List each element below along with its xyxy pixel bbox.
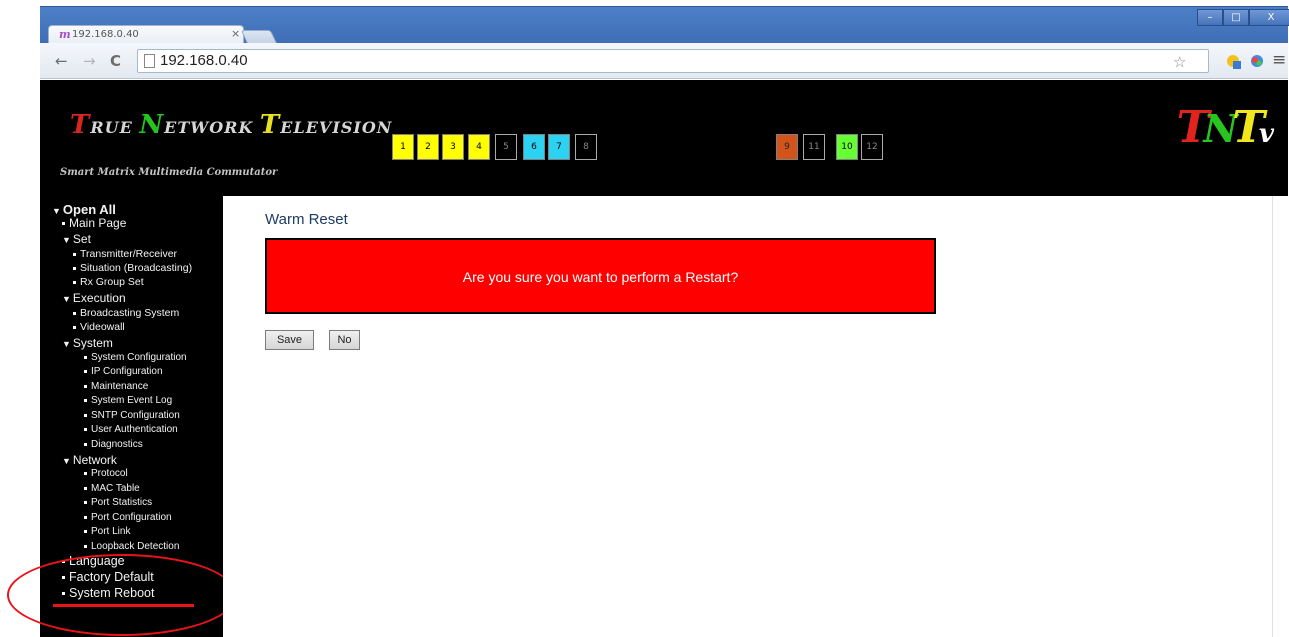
sidebar-item-port-configuration[interactable]: Port Configuration xyxy=(84,512,172,523)
extension-icon[interactable] xyxy=(1225,53,1241,73)
bullet-icon xyxy=(84,355,87,359)
reload-icon[interactable]: C xyxy=(110,52,121,70)
tab-title: 192.168.0.40 xyxy=(72,29,139,40)
port-indicator-12[interactable]: 12 xyxy=(861,134,883,160)
port-indicator-6[interactable]: 6 xyxy=(523,134,545,160)
warning-message: Are you sure you want to perform a Resta… xyxy=(462,269,739,285)
triangle-down-icon: ▼ xyxy=(52,206,61,216)
tab-close-icon[interactable]: × xyxy=(231,27,240,40)
extension-icon-2[interactable] xyxy=(1249,53,1265,73)
browser-menu-icon[interactable]: ≡ xyxy=(1272,50,1286,70)
sidebar-item-situation[interactable]: Situation (Broadcasting) xyxy=(73,262,192,274)
sidebar-item-loopback-detection[interactable]: Loopback Detection xyxy=(84,541,179,552)
sidebar-item-port-link[interactable]: Port Link xyxy=(84,526,130,537)
port-indicator-2[interactable]: 2 xyxy=(417,134,439,160)
window-controls: – □ X xyxy=(1197,9,1289,26)
triangle-down-icon: ▼ xyxy=(62,294,71,304)
page-header: TRUE NETWORK TELEVISION Smart Matrix Mul… xyxy=(40,80,1288,196)
tagline: Smart Matrix Multimedia Commutator xyxy=(60,167,278,178)
sidebar-folder-system[interactable]: ▼ System xyxy=(62,336,113,350)
sidebar-item-mac-table[interactable]: MAC Table xyxy=(84,483,140,494)
sidebar-folder-set[interactable]: ▼ Set xyxy=(62,232,91,246)
sidebar-item-rx-group-set[interactable]: Rx Group Set xyxy=(73,276,144,288)
bullet-icon xyxy=(73,252,76,256)
sidebar-item-ip-configuration[interactable]: IP Configuration xyxy=(84,366,163,377)
url-text[interactable]: 192.168.0.40 xyxy=(160,52,248,69)
bullet-icon xyxy=(84,384,87,388)
sidebar-item-transmitter-receiver[interactable]: Transmitter/Receiver xyxy=(73,248,177,260)
bullet-icon xyxy=(84,471,87,475)
address-bar[interactable]: 192.168.0.40 xyxy=(137,49,1209,73)
bullet-icon xyxy=(84,500,87,504)
sidebar-item-sntp-configuration[interactable]: SNTP Configuration xyxy=(84,410,180,421)
sidebar-item-maintenance[interactable]: Maintenance xyxy=(84,381,148,392)
sidebar-folder-execution[interactable]: ▼ Execution xyxy=(62,291,126,305)
port-indicator-3[interactable]: 3 xyxy=(442,134,464,160)
sidebar-open-all[interactable]: ▼ Open All xyxy=(52,202,116,217)
main-content: Warm Reset Are you sure you want to perf… xyxy=(223,196,1272,637)
sidebar-item-diagnostics[interactable]: Diagnostics xyxy=(84,439,143,450)
sidebar-item-broadcasting-system[interactable]: Broadcasting System xyxy=(73,307,179,319)
port-indicator-4[interactable]: 4 xyxy=(468,134,490,160)
favicon-icon: m xyxy=(59,28,71,41)
port-indicator-9[interactable]: 9 xyxy=(776,134,798,160)
forward-icon[interactable]: → xyxy=(83,52,96,70)
new-tab-button[interactable] xyxy=(240,30,278,44)
sidebar-item-system-configuration[interactable]: System Configuration xyxy=(84,352,187,363)
browser-tab[interactable]: m 192.168.0.40 × xyxy=(48,25,244,44)
bullet-icon xyxy=(84,529,87,533)
page-title: Warm Reset xyxy=(265,211,348,228)
tntv-logo: TNTv xyxy=(1176,102,1274,153)
bullet-icon xyxy=(73,280,76,284)
close-window-icon[interactable]: X xyxy=(1249,9,1289,26)
triangle-down-icon: ▼ xyxy=(62,235,71,245)
bullet-icon xyxy=(84,442,87,446)
triangle-down-icon: ▼ xyxy=(62,339,71,349)
port-indicator-10[interactable]: 10 xyxy=(836,134,858,160)
sidebar-item-user-authentication[interactable]: User Authentication xyxy=(84,424,178,435)
port-indicator-8[interactable]: 8 xyxy=(575,134,597,160)
bullet-icon xyxy=(84,515,87,519)
port-indicator-5[interactable]: 5 xyxy=(495,134,517,160)
port-indicator-11[interactable]: 11 xyxy=(803,134,825,160)
sidebar-folder-network[interactable]: ▼ Network xyxy=(62,453,117,467)
maximize-icon[interactable]: □ xyxy=(1223,9,1249,26)
no-button[interactable]: No xyxy=(329,330,360,350)
minimize-icon[interactable]: – xyxy=(1197,9,1223,26)
annotation-underline xyxy=(53,604,194,607)
bookmark-star-icon[interactable]: ☆ xyxy=(1173,53,1186,71)
brand-title: TRUE NETWORK TELEVISION xyxy=(70,110,393,140)
warning-box: Are you sure you want to perform a Resta… xyxy=(265,238,936,314)
back-icon[interactable]: ← xyxy=(55,52,68,70)
bullet-icon xyxy=(84,369,87,373)
annotation-ellipse xyxy=(7,554,237,636)
browser-tabstrip: m 192.168.0.40 × – □ X xyxy=(40,6,1289,44)
bullet-icon xyxy=(73,266,76,270)
bullet-icon xyxy=(84,427,87,431)
bullet-icon xyxy=(62,222,65,226)
save-button[interactable]: Save xyxy=(265,330,314,350)
port-indicator-1[interactable]: 1 xyxy=(392,134,414,160)
page-icon xyxy=(144,54,155,68)
sidebar-item-protocol[interactable]: Protocol xyxy=(84,468,128,479)
bullet-icon xyxy=(73,311,76,315)
bullet-icon xyxy=(84,486,87,490)
sidebar-item-system-event-log[interactable]: System Event Log xyxy=(84,395,172,406)
port-indicator-7[interactable]: 7 xyxy=(548,134,570,160)
browser-toolbar: ← → C 192.168.0.40 ☆ ≡ xyxy=(40,43,1288,79)
sidebar-item-videowall[interactable]: Videowall xyxy=(73,321,125,333)
triangle-down-icon: ▼ xyxy=(62,456,71,466)
bullet-icon xyxy=(84,544,87,548)
sidebar-item-port-statistics[interactable]: Port Statistics xyxy=(84,497,152,508)
bullet-icon xyxy=(73,325,76,329)
sidebar-item-main-page[interactable]: Main Page xyxy=(62,216,126,230)
right-scroll-edge xyxy=(1272,196,1288,637)
bullet-icon xyxy=(84,398,87,402)
bullet-icon xyxy=(84,413,87,417)
